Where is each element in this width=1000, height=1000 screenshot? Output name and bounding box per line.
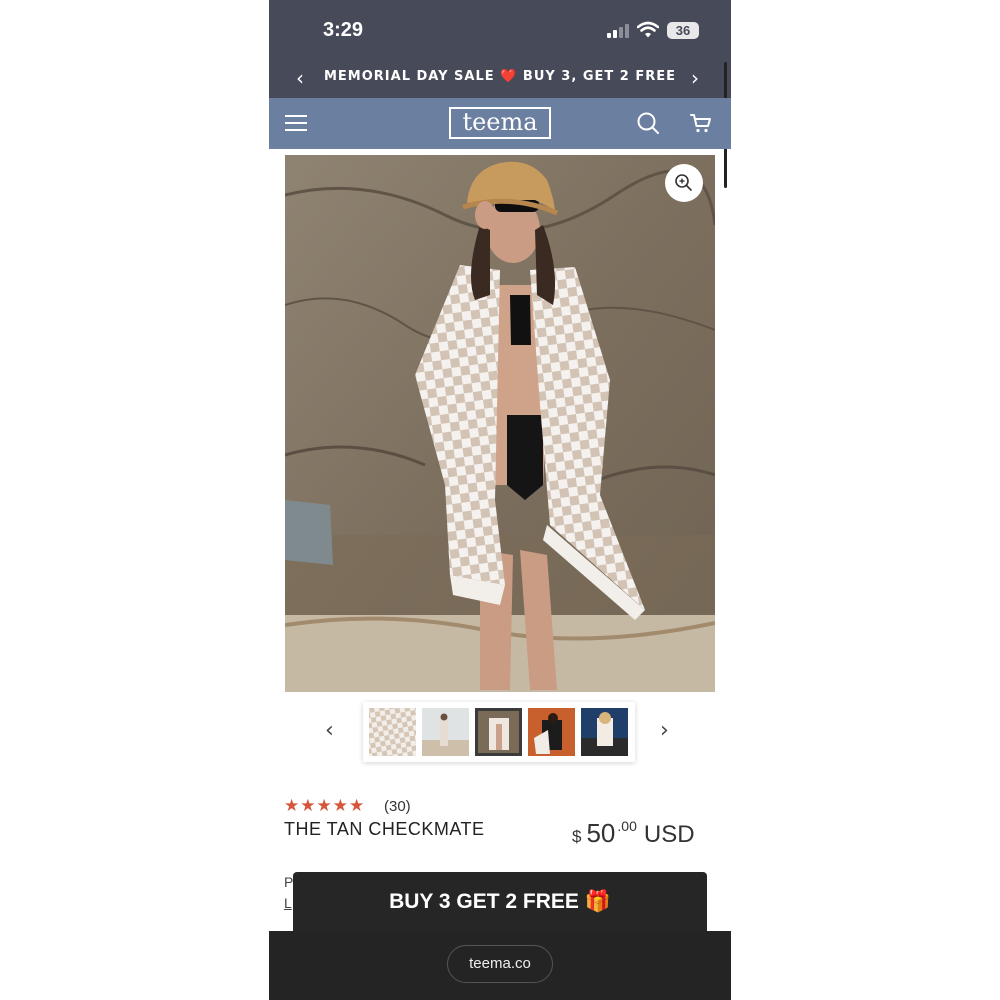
star-icon: ★ (349, 796, 365, 816)
product-photo (285, 155, 715, 692)
signal-icon (607, 24, 631, 38)
battery-icon: 36 (667, 22, 699, 39)
thumbnail-strip (363, 702, 635, 762)
partial-text: P (284, 874, 294, 890)
brand-logo[interactable]: teema (449, 107, 551, 139)
review-count[interactable]: (30) (384, 798, 411, 815)
chevron-right-icon[interactable]: › (691, 66, 699, 90)
wifi-icon (637, 21, 659, 38)
address-bar[interactable]: teema.co (447, 945, 553, 983)
thumbnail-next-icon[interactable]: › (660, 718, 669, 743)
thumbnail-2[interactable] (422, 708, 469, 756)
product-price: $50.00 USD (572, 818, 695, 848)
zoom-button[interactable] (665, 164, 703, 202)
product-title: THE TAN CHECKMATE (284, 819, 485, 839)
star-icon: ★ (284, 796, 300, 816)
promo-banner[interactable]: BUY 3 GET 2 FREE 🎁 (293, 872, 707, 932)
thumbnail-prev-icon[interactable]: ‹ (325, 718, 334, 743)
star-icon: ★ (332, 796, 348, 816)
search-icon[interactable] (636, 111, 660, 135)
star-icon: ★ (300, 796, 316, 816)
thumbnail-4[interactable] (528, 708, 575, 756)
thumbnail-5[interactable] (581, 708, 628, 756)
menu-icon[interactable] (285, 115, 307, 132)
announcement-text: MEMORIAL DAY SALE ❤️ BUY 3, GET 2 FREE (323, 69, 676, 84)
heart-icon: ❤️ (500, 69, 518, 84)
star-icon: ★ (316, 796, 332, 816)
partial-link[interactable]: L (284, 895, 292, 911)
rating-stars[interactable]: ★★★★★ (284, 796, 365, 816)
announcement-bar: ‹ MEMORIAL DAY SALE ❤️ BUY 3, GET 2 FREE… (269, 58, 731, 98)
thumbnail-1[interactable] (369, 708, 416, 756)
zoom-icon (675, 174, 692, 191)
thumbnail-3[interactable] (475, 708, 522, 756)
cart-icon[interactable] (689, 111, 713, 135)
site-header: teema (269, 98, 731, 149)
phone-screen: 3:29 36 ‹ MEMORIAL DAY SALE ❤️ BUY 3, GE… (269, 0, 731, 1000)
product-image[interactable] (285, 155, 715, 692)
gift-icon: 🎁 (584, 890, 611, 913)
status-bar: 3:29 36 (269, 0, 731, 58)
status-time: 3:29 (323, 19, 364, 41)
